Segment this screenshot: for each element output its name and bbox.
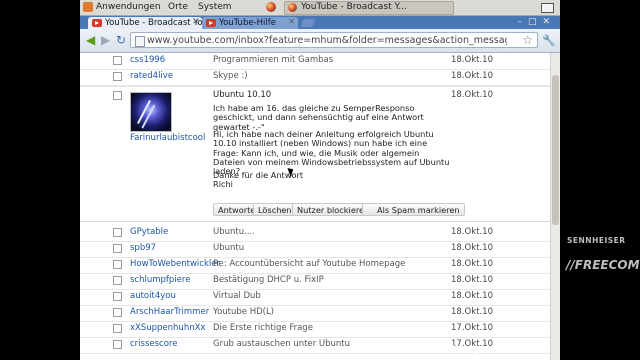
message-subject[interactable]: Youtube HD(L) — [213, 307, 274, 317]
message-subject[interactable]: Ubuntu — [213, 243, 244, 253]
youtube-favicon-icon — [92, 19, 102, 27]
sender-link[interactable]: schlumpfpiere — [130, 275, 190, 285]
browser-toolbar: ◀ ▶ ↻ ☆ 🔧 — [80, 29, 560, 53]
menu-system[interactable]: System — [198, 2, 232, 12]
taskbar-button[interactable]: YouTube - Broadcast Y... — [284, 1, 454, 15]
wrench-icon[interactable]: 🔧 — [542, 34, 556, 47]
spam-label: Als Spam markieren — [377, 205, 460, 215]
row-checkbox[interactable] — [113, 91, 122, 100]
message-row[interactable]: spb97 Ubuntu 18.Okt.10 — [80, 241, 550, 258]
message-row[interactable]: autoit4you Virtual Dub 18.Okt.10 — [80, 289, 550, 306]
row-checkbox[interactable] — [113, 308, 122, 317]
tab-help[interactable]: YouTube-Hilfe ✕ — [202, 17, 298, 29]
sender-link[interactable]: ArschHaarTrimmer — [130, 307, 209, 317]
close-tab-icon[interactable]: ✕ — [288, 17, 295, 26]
page-icon — [135, 36, 145, 47]
message-row[interactable]: rated4live Skype :) 18.Okt.10 — [80, 69, 550, 86]
message-date: 18.Okt.10 — [451, 71, 493, 81]
message-date: 18.Okt.10 — [451, 275, 493, 285]
mark-spam-button[interactable]: Als Spam markieren — [362, 203, 465, 216]
youtube-favicon-icon — [206, 19, 216, 27]
message-date: 18.Okt.10 — [451, 259, 493, 269]
delete-button[interactable]: Löschen — [253, 203, 297, 216]
message-date: 18.Okt.10 — [451, 291, 493, 301]
avatar[interactable] — [130, 92, 172, 132]
expanded-message: Farinurlaubistcool Ubuntu 10.10 18.Okt.1… — [80, 86, 550, 222]
sender-link[interactable]: Farinurlaubistcool — [130, 133, 205, 143]
url-input[interactable] — [147, 34, 507, 46]
row-checkbox[interactable] — [113, 244, 122, 253]
sender-link[interactable]: HowToWebentwickler — [130, 259, 220, 269]
message-signature: Richi — [213, 179, 233, 189]
message-subject[interactable]: Virtual Dub — [213, 291, 261, 301]
taskbar-title: YouTube - Broadcast Y... — [301, 2, 407, 12]
row-checkbox[interactable] — [113, 228, 122, 237]
message-row[interactable]: css1996 Programmieren mit Gambas 18.Okt.… — [80, 53, 550, 70]
site-watermark: www.SemperVideo.de — [414, 343, 551, 356]
message-subject[interactable]: Grub austauschen unter Ubuntu — [213, 339, 350, 349]
sender-link[interactable]: rated4live — [130, 71, 173, 81]
row-checkbox[interactable] — [113, 276, 122, 285]
reload-icon[interactable]: ↻ — [116, 34, 126, 46]
message-date: 17.Okt.10 — [451, 323, 493, 333]
freecom-watermark: //FREECOM — [566, 258, 640, 272]
row-checkbox[interactable] — [113, 340, 122, 349]
row-checkbox[interactable] — [113, 56, 122, 65]
message-subject[interactable]: Ubuntu.... — [213, 227, 255, 237]
chrome-icon — [288, 3, 297, 12]
message-row[interactable]: schlumpfpiere Bestätigung DHCP u. FixIP … — [80, 273, 550, 290]
message-date: 18.Okt.10 — [451, 227, 493, 237]
tab-broadcast[interactable]: YouTube - Broadcast Yo... ✕ — [88, 17, 202, 29]
sennheiser-watermark: SENNHEISER — [567, 236, 626, 245]
mail-indicator-icon[interactable] — [541, 3, 554, 13]
message-date: 18.Okt.10 — [451, 307, 493, 317]
message-subject[interactable]: Programmieren mit Gambas — [213, 55, 333, 65]
row-checkbox[interactable] — [113, 260, 122, 269]
forward-icon[interactable]: ▶ — [101, 34, 110, 46]
message-subject: Ubuntu 10.10 — [213, 90, 272, 100]
row-checkbox[interactable] — [113, 292, 122, 301]
message-date: 18.Okt.10 — [451, 90, 493, 100]
row-checkbox[interactable] — [113, 72, 122, 81]
message-date: 18.Okt.10 — [451, 55, 493, 65]
scrollbar-thumb[interactable] — [552, 75, 559, 225]
message-subject[interactable]: Bestätigung DHCP u. FixIP — [213, 275, 324, 285]
tab-label: YouTube - Broadcast Yo... — [105, 18, 202, 28]
message-row[interactable]: GPytable Ubuntu.... 18.Okt.10 — [80, 225, 550, 242]
message-paragraph: Ich habe am 16. das gleiche zu SemperRes… — [213, 103, 424, 132]
message-subject[interactable]: Re: Accountübersicht auf Youtube Homepag… — [213, 259, 405, 269]
close-tab-icon[interactable]: ✕ — [192, 17, 199, 26]
menu-applications[interactable]: Anwendungen — [96, 2, 161, 12]
message-row[interactable]: ArschHaarTrimmer Youtube HD(L) 18.Okt.10 — [80, 305, 550, 322]
row-checkbox[interactable] — [113, 324, 122, 333]
tab-strip: YouTube - Broadcast Yo... ✕ YouTube-Hilf… — [80, 16, 560, 29]
message-subject[interactable]: Die Erste richtige Frage — [213, 323, 313, 333]
inbox-message-list: css1996 Programmieren mit Gambas 18.Okt.… — [80, 53, 550, 360]
menu-places[interactable]: Orte — [168, 2, 188, 12]
bookmark-star-icon[interactable]: ☆ — [522, 33, 533, 47]
back-icon[interactable]: ◀ — [86, 34, 95, 46]
message-thanks: Danke für die Antwort — [213, 170, 304, 180]
sender-link[interactable]: xXSuppenhuhnXx — [130, 323, 205, 333]
address-bar[interactable]: ☆ — [130, 32, 538, 48]
window-controls[interactable]: –□✕ — [517, 17, 556, 27]
sender-link[interactable]: GPytable — [130, 227, 168, 237]
distro-logo-icon[interactable] — [83, 2, 93, 12]
new-tab-button[interactable] — [300, 19, 316, 27]
browser-launcher-icon[interactable] — [266, 2, 276, 12]
vertical-scrollbar[interactable] — [550, 53, 560, 360]
gnome-top-panel: Anwendungen Orte System YouTube - Broadc… — [80, 0, 560, 16]
message-row[interactable]: HowToWebentwickler Re: Accountübersicht … — [80, 257, 550, 274]
sender-link[interactable]: crissescore — [130, 339, 177, 349]
browser-window: Anwendungen Orte System YouTube - Broadc… — [80, 0, 560, 360]
tab-label: YouTube-Hilfe — [219, 18, 276, 28]
sender-link[interactable]: spb97 — [130, 243, 156, 253]
sender-link[interactable]: autoit4you — [130, 291, 176, 301]
sender-link[interactable]: css1996 — [130, 55, 165, 65]
message-row[interactable]: xXSuppenhuhnXx Die Erste richtige Frage … — [80, 321, 550, 338]
message-date: 18.Okt.10 — [451, 243, 493, 253]
message-subject[interactable]: Skype :) — [213, 71, 248, 81]
